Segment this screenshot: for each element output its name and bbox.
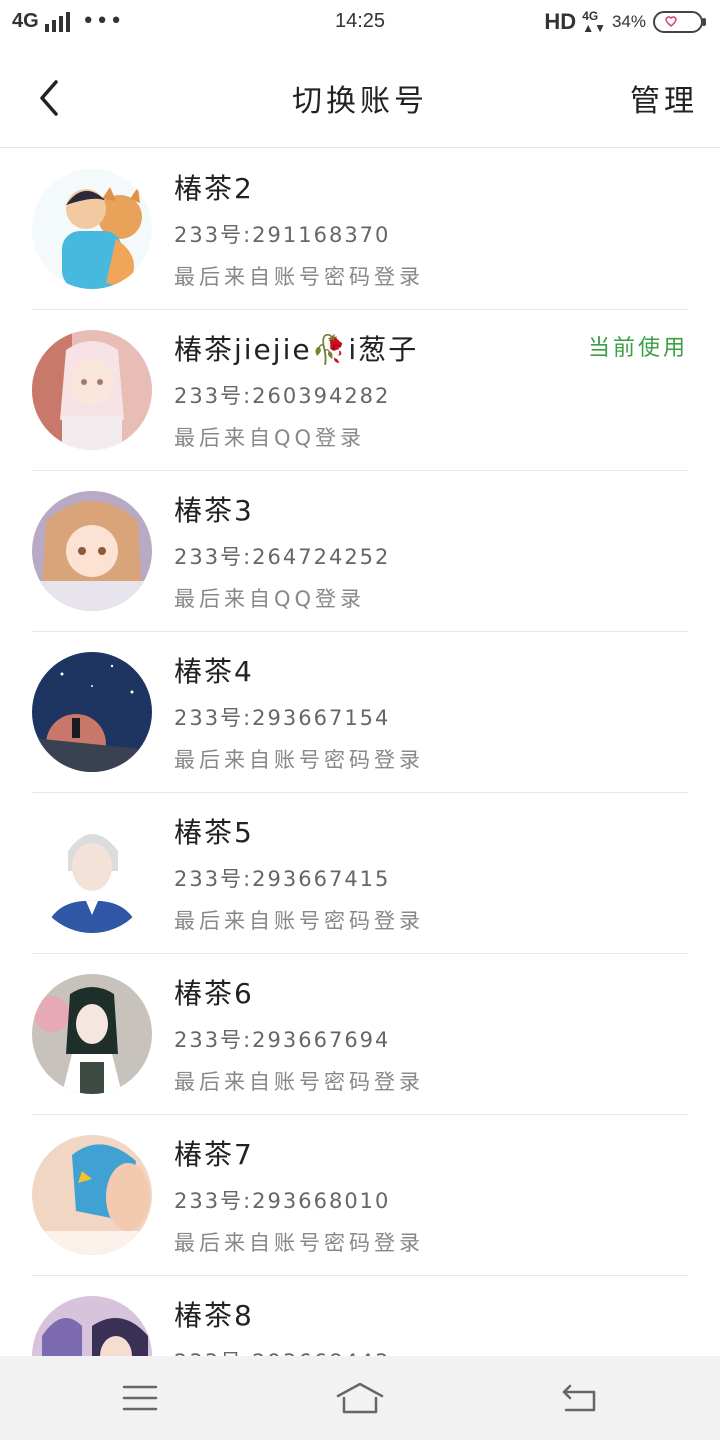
page-title: 切换账号 bbox=[292, 84, 428, 119]
battery-level: 34% bbox=[611, 12, 646, 31]
hd-indicator: HD bbox=[544, 9, 577, 34]
account-id: 233号:293668010 bbox=[174, 1189, 391, 1213]
account-login-method: 最后来自账号密码登录 bbox=[174, 909, 424, 933]
avatar bbox=[32, 652, 152, 772]
network-small: 4G ▲▼ bbox=[582, 9, 606, 35]
account-id: 233号:260394282 bbox=[174, 384, 391, 408]
avatar bbox=[32, 813, 152, 933]
avatar bbox=[32, 974, 152, 1094]
avatar bbox=[32, 491, 152, 611]
status-right: HD 4G ▲▼ 34% bbox=[544, 9, 708, 35]
menu-button[interactable] bbox=[100, 1368, 180, 1428]
account-login-method: 最后来自QQ登录 bbox=[174, 426, 366, 450]
account-row[interactable]: 椿茶5 233号:293667415 最后来自账号密码登录 bbox=[0, 793, 720, 954]
system-nav-bar bbox=[0, 1356, 720, 1440]
account-name: 椿茶5 bbox=[174, 816, 254, 849]
account-login-method: 最后来自账号密码登录 bbox=[174, 1231, 424, 1255]
account-row[interactable]: 椿茶3 233号:264724252 最后来自QQ登录 bbox=[0, 471, 720, 632]
account-login-method: 最后来自账号密码登录 bbox=[174, 265, 424, 289]
account-name: 椿茶7 bbox=[174, 1138, 254, 1171]
account-name: 椿茶4 bbox=[174, 655, 254, 688]
avatar bbox=[32, 169, 152, 289]
account-name: 椿茶3 bbox=[174, 494, 254, 527]
status-bar: 4G ••• 14:25 HD 4G ▲▼ 34% bbox=[0, 0, 720, 48]
home-icon bbox=[336, 1382, 384, 1414]
account-name: 椿茶2 bbox=[174, 172, 254, 205]
account-id: 233号:264724252 bbox=[174, 545, 391, 569]
battery-icon bbox=[653, 11, 706, 33]
account-list: 椿茶2 233号:291168370 最后来自账号密码登录 椿茶jiejie🥀i… bbox=[0, 149, 720, 1437]
account-row[interactable]: 椿茶7 233号:293668010 最后来自账号密码登录 bbox=[0, 1115, 720, 1276]
home-button[interactable] bbox=[320, 1368, 400, 1428]
account-row[interactable]: 椿茶4 233号:293667154 最后来自账号密码登录 bbox=[0, 632, 720, 793]
account-id: 233号:291168370 bbox=[174, 223, 391, 247]
account-name: 椿茶8 bbox=[174, 1299, 254, 1332]
account-name: 椿茶jiejie🥀i葱子 bbox=[174, 333, 419, 366]
account-id: 233号:293667694 bbox=[174, 1028, 391, 1052]
account-id: 233号:293667154 bbox=[174, 706, 391, 730]
menu-icon bbox=[122, 1385, 158, 1411]
return-icon bbox=[562, 1384, 596, 1412]
account-name: 椿茶6 bbox=[174, 977, 254, 1010]
account-login-method: 最后来自账号密码登录 bbox=[174, 748, 424, 772]
avatar bbox=[32, 1135, 152, 1255]
account-row[interactable]: 椿茶6 233号:293667694 最后来自账号密码登录 bbox=[0, 954, 720, 1115]
account-login-method: 最后来自账号密码登录 bbox=[174, 1070, 424, 1094]
account-row[interactable]: 椿茶jiejie🥀i葱子 233号:260394282 最后来自QQ登录 当前使… bbox=[0, 310, 720, 471]
account-login-method: 最后来自QQ登录 bbox=[174, 587, 366, 611]
header: 切换账号 管理 bbox=[0, 48, 720, 148]
avatar bbox=[32, 330, 152, 450]
back-nav-button[interactable] bbox=[540, 1368, 620, 1428]
account-id: 233号:293667415 bbox=[174, 867, 391, 891]
manage-button[interactable]: 管理 bbox=[630, 76, 698, 120]
current-account-badge: 当前使用 bbox=[587, 336, 688, 361]
account-row[interactable]: 椿茶2 233号:291168370 最后来自账号密码登录 bbox=[0, 149, 720, 310]
